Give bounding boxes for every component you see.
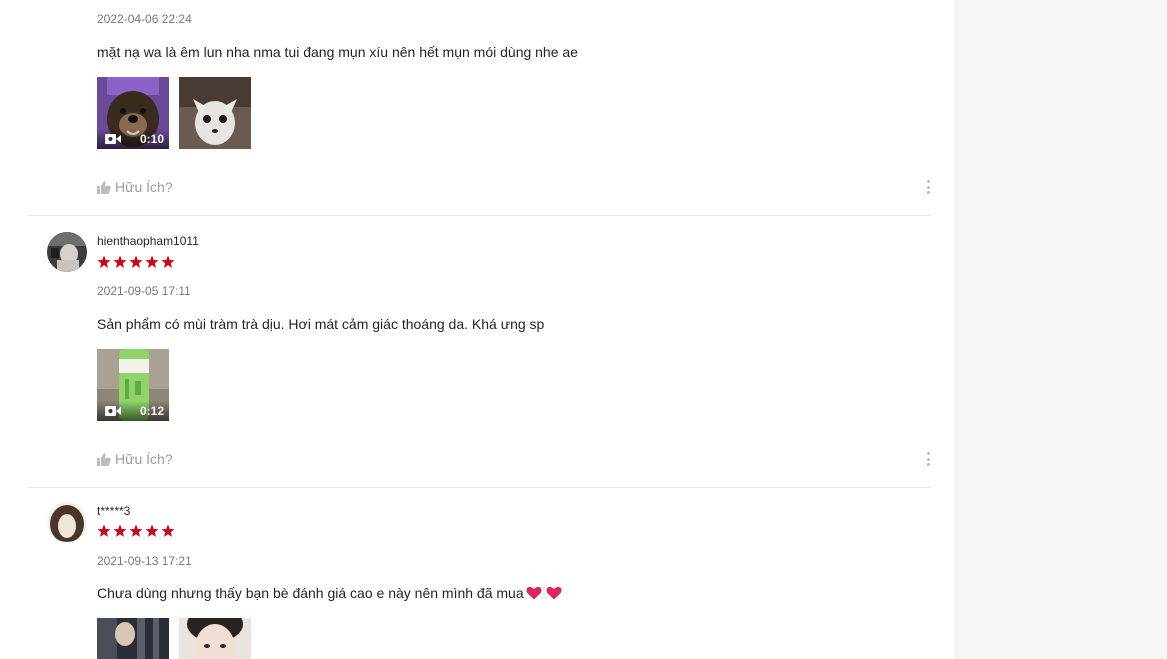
helpful-button[interactable]: Hữu Ích? bbox=[97, 451, 173, 467]
review-username[interactable]: hienthaopham1011 bbox=[97, 234, 199, 248]
star-icon bbox=[145, 524, 159, 537]
review-media: 0:10 bbox=[97, 77, 251, 149]
heart-emoji-icon bbox=[526, 586, 542, 600]
review-video-thumbnail[interactable]: 0:12 bbox=[97, 349, 169, 421]
review-media bbox=[97, 618, 251, 659]
review-date: 2021-09-05 17:11 bbox=[97, 284, 191, 298]
star-icon bbox=[129, 255, 143, 268]
page-side-gutter bbox=[954, 0, 1167, 659]
helpful-label: Hữu Ích? bbox=[115, 451, 173, 467]
more-options-icon[interactable] bbox=[922, 178, 934, 196]
rating-stars bbox=[97, 255, 175, 269]
thumbs-up-icon bbox=[97, 453, 111, 466]
rating-stars bbox=[97, 524, 175, 538]
helpful-label: Hữu Ích? bbox=[115, 179, 173, 195]
star-icon bbox=[129, 524, 143, 537]
reviews-panel: 2022-04-06 22:24 mặt nạ wa là êm lun nha… bbox=[0, 0, 954, 659]
star-icon bbox=[145, 255, 159, 268]
photo-image bbox=[97, 618, 169, 659]
video-duration-bar: 0:12 bbox=[97, 401, 169, 421]
helpful-button[interactable]: Hữu Ích? bbox=[97, 179, 173, 195]
avatar[interactable] bbox=[47, 232, 87, 272]
review-image-thumbnail[interactable] bbox=[179, 618, 251, 659]
star-icon bbox=[161, 255, 175, 268]
review-comment-line: Chưa dùng nhưng thấy bạn bè đánh giá cao… bbox=[97, 585, 562, 601]
review-divider bbox=[27, 215, 931, 216]
video-duration-bar: 0:10 bbox=[97, 129, 169, 149]
review-comment: mặt nạ wa là êm lun nha nma tui đang mụn… bbox=[97, 44, 578, 60]
review-image-thumbnail[interactable] bbox=[179, 77, 251, 149]
video-camera-icon bbox=[105, 134, 121, 144]
video-duration: 0:12 bbox=[139, 404, 164, 418]
star-icon bbox=[113, 524, 127, 537]
star-icon bbox=[161, 524, 175, 537]
review-username[interactable]: t*****3 bbox=[97, 504, 130, 518]
avatar[interactable] bbox=[47, 502, 87, 542]
video-duration: 0:10 bbox=[139, 132, 164, 146]
review-date: 2021-09-13 17:21 bbox=[97, 554, 192, 568]
user-photo bbox=[47, 232, 87, 272]
chihuahua-image bbox=[179, 77, 251, 149]
portrait-image bbox=[179, 618, 251, 659]
review-image-thumbnail[interactable] bbox=[97, 618, 169, 659]
review-comment: Sản phẩm có mùi tràm trà dịu. Hơi mát cả… bbox=[97, 316, 545, 332]
review-date: 2022-04-06 22:24 bbox=[97, 12, 192, 26]
video-camera-icon bbox=[105, 406, 121, 416]
review-video-thumbnail[interactable]: 0:10 bbox=[97, 77, 169, 149]
heart-emoji-icon bbox=[546, 586, 562, 600]
star-icon bbox=[97, 524, 111, 537]
star-icon bbox=[97, 255, 111, 268]
thumbs-up-icon bbox=[97, 181, 111, 194]
review-comment: Chưa dùng nhưng thấy bạn bè đánh giá cao… bbox=[97, 585, 524, 601]
review-media: 0:12 bbox=[97, 349, 169, 421]
more-options-icon[interactable] bbox=[922, 450, 934, 468]
review-divider bbox=[27, 487, 931, 488]
user-photo bbox=[47, 502, 87, 542]
star-icon bbox=[113, 255, 127, 268]
